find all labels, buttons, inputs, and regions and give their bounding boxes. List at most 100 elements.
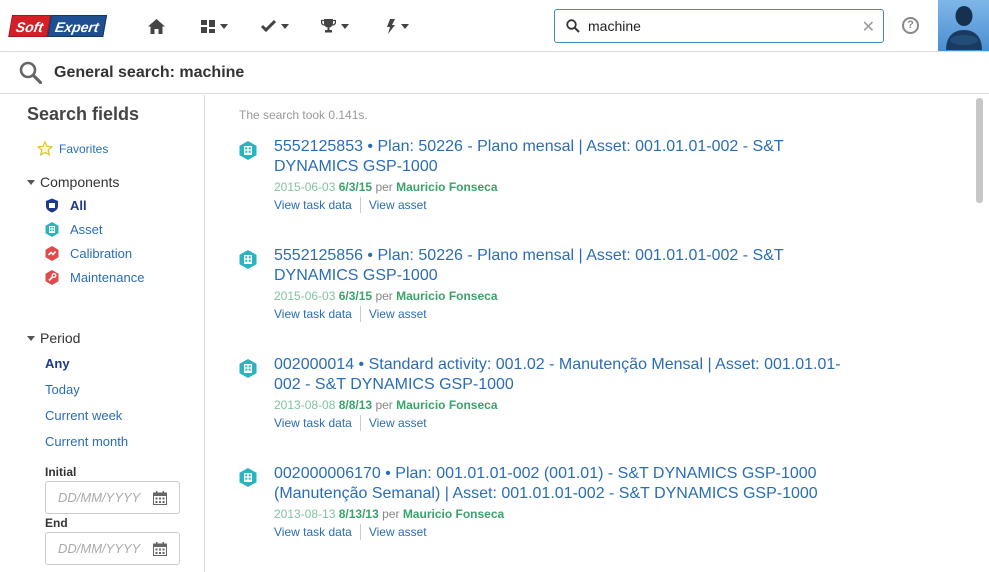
view-asset-link[interactable]: View asset bbox=[369, 523, 427, 541]
result-meta: 2013-08-13 8/13/13 per Mauricio Fonseca bbox=[274, 505, 879, 523]
chevron-down-icon bbox=[27, 179, 35, 185]
view-task-data-link[interactable]: View task data bbox=[274, 523, 352, 541]
page-title: General search: machine bbox=[54, 64, 245, 81]
result-per: per bbox=[375, 398, 393, 412]
global-search-box: ✕ bbox=[554, 9, 884, 43]
component-asset[interactable]: Asset bbox=[45, 222, 103, 237]
sidebar-title: Search fields bbox=[27, 104, 140, 124]
check-icon bbox=[261, 20, 276, 32]
asset-icon bbox=[239, 468, 257, 487]
search-results-panel: The search took 0.141s. 5552125853 • Pla… bbox=[206, 95, 989, 572]
asset-icon bbox=[239, 141, 257, 160]
calendar-icon[interactable] bbox=[153, 491, 167, 505]
components-section-toggle[interactable]: Components bbox=[27, 174, 119, 190]
result-title-line: 002000006170 • Plan: 001.01.01-002 (001.… bbox=[274, 465, 817, 482]
view-task-data-link[interactable]: View task data bbox=[274, 414, 352, 432]
result-actions: View task data View asset bbox=[274, 196, 879, 214]
component-label: Maintenance bbox=[70, 270, 145, 285]
result-meta: 2015-06-03 6/3/15 per Mauricio Fonseca bbox=[274, 178, 879, 196]
chevron-down-icon bbox=[220, 23, 228, 29]
building-icon bbox=[45, 222, 59, 237]
result-meta: 2015-06-03 6/3/15 per Mauricio Fonseca bbox=[274, 287, 879, 305]
period-current-week[interactable]: Current week bbox=[45, 408, 122, 423]
results-scrollbar[interactable] bbox=[976, 98, 983, 203]
calendar-icon[interactable] bbox=[153, 542, 167, 556]
tasks-menu-button[interactable] bbox=[261, 16, 289, 36]
view-asset-link[interactable]: View asset bbox=[369, 414, 427, 432]
actions-menu-button[interactable] bbox=[386, 16, 409, 36]
result-author: Mauricio Fonseca bbox=[396, 398, 498, 412]
component-all[interactable]: All bbox=[45, 198, 87, 213]
search-time-text: The search took 0.141s. bbox=[239, 108, 368, 122]
favorites-label: Favorites bbox=[59, 141, 109, 156]
period-today[interactable]: Today bbox=[45, 382, 80, 397]
home-icon bbox=[148, 18, 165, 34]
view-task-data-link[interactable]: View task data bbox=[274, 196, 352, 214]
result-title-line: 5552125856 • Plan: 50226 - Plano mensal … bbox=[274, 247, 784, 264]
result-date-iso: 2015-06-03 bbox=[274, 289, 336, 303]
asset-icon bbox=[239, 250, 257, 269]
shield-icon bbox=[46, 198, 58, 213]
end-date-field bbox=[45, 532, 180, 565]
result-title[interactable]: 5552125853 • Plan: 50226 - Plano mensal … bbox=[274, 137, 879, 177]
view-asset-link[interactable]: View asset bbox=[369, 305, 427, 323]
search-result: 002000006170 • Plan: 001.01.01-002 (001.… bbox=[239, 464, 879, 541]
result-actions: View task data View asset bbox=[274, 305, 879, 323]
search-result: 5552125853 • Plan: 50226 - Plano mensal … bbox=[239, 137, 879, 214]
dashboard-menu-button[interactable] bbox=[201, 16, 228, 36]
trophy-icon bbox=[321, 19, 336, 33]
result-date-iso: 2013-08-13 bbox=[274, 507, 336, 521]
help-icon[interactable]: ? bbox=[902, 17, 919, 34]
search-input[interactable] bbox=[588, 16, 848, 36]
period-section-toggle[interactable]: Period bbox=[27, 330, 80, 346]
end-date-label: End bbox=[45, 516, 68, 530]
divider bbox=[359, 415, 361, 431]
result-author: Mauricio Fonseca bbox=[396, 180, 498, 194]
result-author: Mauricio Fonseca bbox=[402, 507, 505, 521]
period-header: Period bbox=[40, 330, 81, 346]
component-label: Asset bbox=[70, 222, 103, 237]
favorites-filter[interactable]: Favorites bbox=[37, 141, 108, 156]
component-calibration[interactable]: Calibration bbox=[45, 246, 132, 261]
result-date-short: 8/13/13 bbox=[338, 507, 379, 521]
period-current-month[interactable]: Current month bbox=[45, 434, 128, 449]
result-title[interactable]: 002000014 • Standard activity: 001.02 - … bbox=[274, 355, 879, 395]
result-date-short: 6/3/15 bbox=[338, 180, 373, 194]
view-asset-link[interactable]: View asset bbox=[369, 196, 427, 214]
result-title[interactable]: 5552125856 • Plan: 50226 - Plano mensal … bbox=[274, 246, 879, 286]
logo-part-2: Expert bbox=[47, 15, 107, 37]
avatar[interactable] bbox=[938, 0, 989, 51]
home-button[interactable] bbox=[148, 16, 165, 36]
star-icon bbox=[37, 141, 53, 156]
search-icon bbox=[566, 19, 580, 33]
chevron-down-icon bbox=[27, 335, 35, 341]
divider bbox=[359, 306, 361, 322]
search-result: 5552125856 • Plan: 50226 - Plano mensal … bbox=[239, 246, 879, 323]
logo-part-1: Soft bbox=[8, 15, 52, 37]
softexpert-logo[interactable]: Soft Expert bbox=[8, 15, 107, 39]
dashboard-icon bbox=[201, 19, 215, 33]
search-icon bbox=[19, 61, 42, 84]
result-title-line: DYNAMICS GSP-1000 bbox=[274, 158, 438, 175]
result-actions: View task data View asset bbox=[274, 414, 879, 432]
result-date-iso: 2013-08-08 bbox=[274, 398, 336, 412]
component-maintenance[interactable]: Maintenance bbox=[45, 270, 144, 285]
close-icon[interactable]: ✕ bbox=[862, 17, 875, 37]
divider bbox=[359, 197, 361, 213]
user-avatar-icon bbox=[946, 6, 982, 50]
result-date-iso: 2015-06-03 bbox=[274, 180, 336, 194]
result-date-short: 8/8/13 bbox=[338, 398, 373, 412]
goals-menu-button[interactable] bbox=[321, 16, 349, 36]
initial-date-input[interactable] bbox=[58, 490, 153, 505]
end-date-input[interactable] bbox=[58, 541, 153, 556]
chevron-down-icon bbox=[341, 23, 349, 29]
period-any[interactable]: Any bbox=[45, 356, 70, 371]
asset-icon bbox=[239, 359, 257, 378]
page-header: General search: machine bbox=[0, 52, 989, 94]
component-label: Calibration bbox=[70, 246, 133, 261]
initial-date-label: Initial bbox=[45, 465, 77, 479]
result-meta: 2013-08-08 8/8/13 per Mauricio Fonseca bbox=[274, 396, 879, 414]
result-author: Mauricio Fonseca bbox=[396, 289, 498, 303]
view-task-data-link[interactable]: View task data bbox=[274, 305, 352, 323]
result-title[interactable]: 002000006170 • Plan: 001.01.01-002 (001.… bbox=[274, 464, 879, 504]
